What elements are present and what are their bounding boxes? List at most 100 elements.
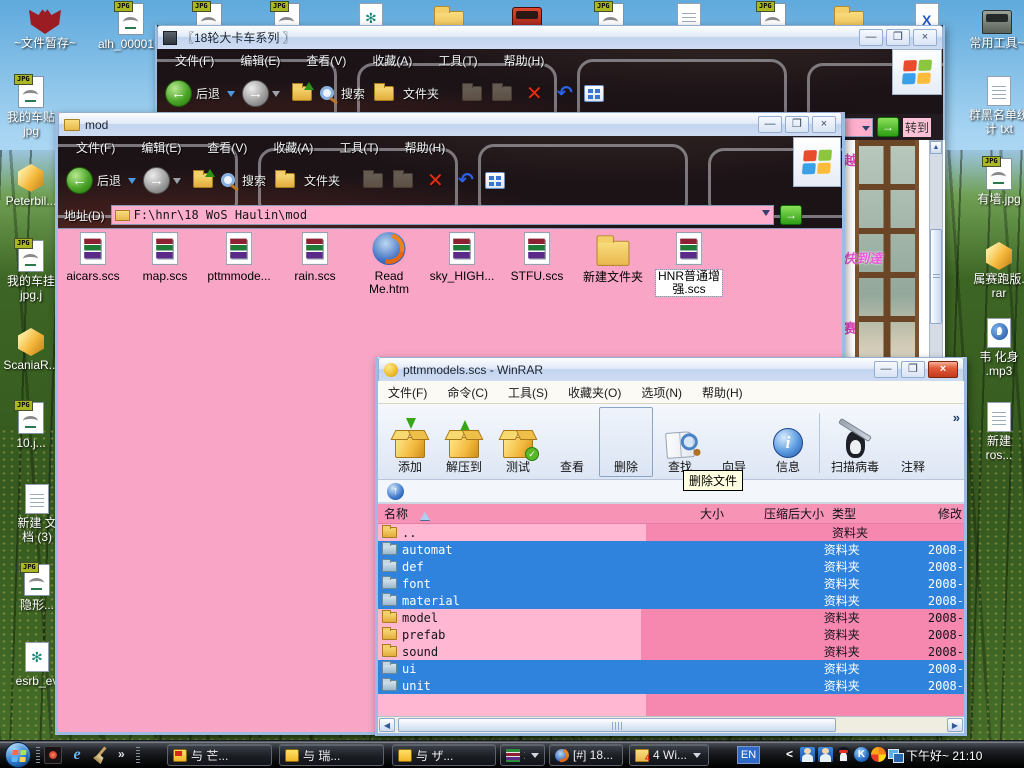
file-item[interactable]: sky_HIGH... (427, 235, 497, 283)
desktop-icon[interactable]: 常用工具~ (958, 4, 1024, 50)
archive-row[interactable]: model资料夹2008- (378, 609, 964, 626)
mod-window-titlebar[interactable]: mod — ❐ × (58, 112, 842, 136)
page-scrollbar[interactable]: ▲ (929, 140, 943, 360)
winrar-window[interactable]: pttmmodels.scs - WinRAR — ❐ × 文件(F) 命令(C)… (375, 357, 967, 736)
go-button[interactable]: → (877, 117, 899, 137)
delete-button[interactable]: 删除 (599, 407, 653, 477)
menu-item[interactable]: 工具(T) (438, 52, 477, 69)
maximize-button[interactable]: ❐ (886, 29, 910, 46)
menu-item[interactable]: 帮助(H) (702, 384, 743, 401)
views-icon[interactable] (485, 172, 505, 189)
app-red-icon[interactable] (44, 746, 62, 764)
search-icon[interactable] (320, 86, 334, 100)
info-button[interactable]: 信息 (761, 407, 815, 477)
menu-item[interactable]: 收藏夹(O) (568, 384, 621, 401)
forward-icon[interactable]: → (242, 80, 269, 107)
qq-contact-icon[interactable] (818, 747, 833, 762)
group-dropdown-icon[interactable] (693, 753, 701, 762)
desktop-icon[interactable]: 韦 化身 .mp3 (960, 318, 1024, 378)
wizard-button[interactable]: 向导 (707, 407, 761, 477)
kugou-icon[interactable] (854, 747, 869, 762)
file-item[interactable]: HNR普通增 强.scs (654, 235, 724, 298)
up-one-level-icon[interactable] (387, 483, 404, 500)
scrollbar-thumb[interactable] (930, 229, 942, 324)
back-icon[interactable]: ← (66, 167, 93, 194)
maximize-button[interactable]: ❐ (901, 361, 925, 378)
desktop-icon[interactable]: 新建 ros... (960, 402, 1024, 462)
desktop-icon[interactable]: 群黑名单统 计 txt (960, 76, 1024, 136)
desktop-icon[interactable]: 属赛跑版. rar (960, 238, 1024, 300)
horizontal-scrollbar[interactable]: ◀ ▶ (378, 716, 964, 733)
column-type[interactable]: 类型 (824, 505, 936, 522)
menu-item[interactable]: 文件(F) (76, 139, 115, 156)
file-item[interactable]: STFU.scs (502, 235, 572, 283)
internet-explorer-icon[interactable] (68, 746, 86, 764)
virus-button[interactable]: 扫描病毒 (824, 407, 886, 477)
network-icon[interactable] (888, 747, 903, 762)
menu-item[interactable]: 工具(S) (508, 384, 548, 401)
extract-button[interactable]: 解压到 (437, 407, 491, 477)
menu-item[interactable]: 工具(T) (339, 139, 378, 156)
find-button[interactable]: 查找 (653, 407, 707, 477)
winrar-titlebar[interactable]: pttmmodels.scs - WinRAR — ❐ × (378, 357, 964, 381)
forward-icon[interactable]: → (143, 167, 170, 194)
quick-launch-overflow-icon[interactable]: » (118, 747, 125, 761)
column-packed[interactable]: 压缩后大小 (724, 505, 824, 522)
desktop-icon[interactable]: 有墙.jpg (960, 158, 1024, 206)
go-button[interactable]: → (780, 205, 802, 225)
views-icon[interactable] (584, 85, 604, 102)
scroll-up-icon[interactable]: ▲ (930, 141, 942, 154)
task-button[interactable]: 与 瑞... (279, 744, 384, 766)
menu-item[interactable]: 编辑(E) (240, 52, 280, 69)
back-dropdown-icon[interactable] (227, 91, 235, 101)
archive-file-list[interactable]: ..资料夹automat资料夹2008-def资料夹2008-font资料夹20… (378, 524, 964, 716)
forward-dropdown-icon[interactable] (173, 178, 181, 188)
column-modified[interactable]: 修改 (936, 505, 964, 522)
file-item[interactable]: 新建文件夹 (578, 235, 648, 284)
task-button[interactable]: 4 Wi... (629, 744, 709, 766)
scrollbar-thumb[interactable] (398, 718, 836, 732)
search-icon[interactable] (221, 173, 235, 187)
undo-icon[interactable]: ↶ (557, 82, 573, 105)
add-button[interactable]: 添加 (383, 407, 437, 477)
menu-item[interactable]: 文件(F) (388, 384, 427, 401)
file-item[interactable]: map.scs (130, 235, 200, 283)
task-button[interactable]: 2 Wi... (500, 744, 545, 766)
task-button[interactable]: 与 ザ... (392, 744, 496, 766)
address-dropdown-icon[interactable] (762, 210, 770, 220)
column-name[interactable]: 名称 (384, 505, 408, 522)
menu-item[interactable]: 文件(F) (175, 52, 214, 69)
folders-icon[interactable] (275, 173, 295, 188)
archive-row[interactable]: prefab资料夹2008- (378, 626, 964, 643)
maximize-button[interactable]: ❐ (785, 116, 809, 133)
column-size[interactable]: 大小 (646, 505, 724, 522)
up-folder-icon[interactable] (193, 173, 213, 188)
delete-x-icon[interactable]: ✕ (526, 81, 543, 106)
back-dropdown-icon[interactable] (128, 178, 136, 188)
menu-item[interactable]: 收藏(A) (372, 52, 412, 69)
task-button[interactable]: [#] 18... (549, 744, 623, 766)
archive-row[interactable]: sound资料夹2008- (378, 643, 964, 660)
archive-row[interactable]: ui资料夹2008- (378, 660, 964, 677)
file-item[interactable]: rain.scs (280, 235, 350, 283)
sweeper-icon[interactable] (92, 746, 110, 764)
forward-dropdown-icon[interactable] (272, 91, 280, 101)
comment-button[interactable]: 注释 (886, 407, 940, 477)
menu-item[interactable]: 收藏(A) (273, 139, 313, 156)
archive-row[interactable]: automat资料夹2008- (378, 541, 964, 558)
menu-item[interactable]: 命令(C) (447, 384, 488, 401)
language-indicator[interactable]: EN (737, 746, 760, 764)
scroll-left-icon[interactable]: ◀ (379, 718, 395, 732)
tray-collapse-icon[interactable]: < (786, 747, 793, 761)
delete-x-icon[interactable]: ✕ (427, 168, 444, 193)
minimize-button[interactable]: — (758, 116, 782, 133)
menu-item[interactable]: 帮助(H) (504, 52, 545, 69)
qq-penguin-icon[interactable] (836, 747, 851, 762)
up-folder-icon[interactable] (292, 86, 312, 101)
close-button[interactable]: × (812, 116, 836, 133)
close-button[interactable]: × (928, 361, 958, 378)
start-button[interactable] (5, 742, 31, 768)
truck-window-titlebar[interactable]: 〖18轮大卡车系列 〗 — ❐ × (157, 25, 943, 49)
group-dropdown-icon[interactable] (531, 753, 539, 762)
clock[interactable]: 下午好~ 21:10 (906, 747, 982, 764)
